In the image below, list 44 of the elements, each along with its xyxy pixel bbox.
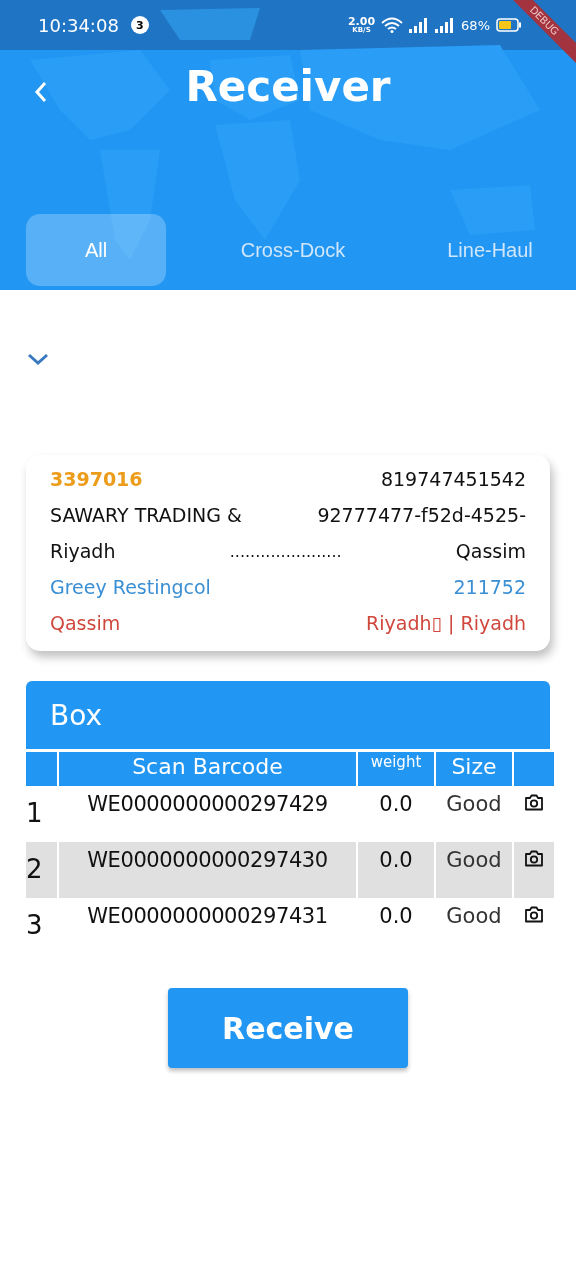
battery-percent: 68%	[461, 17, 490, 33]
from-city: Qassim	[50, 612, 121, 634]
reference-id: 92777477-f52d-4525-	[317, 504, 526, 526]
column-header: Scan Barcode	[59, 752, 356, 786]
table-cell-text: 0.0	[378, 791, 414, 818]
tracking-number: 819747451542	[380, 468, 526, 490]
table-cell-text: WE0000000000297429	[86, 791, 329, 818]
network-speed: 2.00	[347, 16, 376, 27]
tab[interactable]: Line-Haul	[420, 214, 560, 286]
tab[interactable]: Cross-Dock	[223, 214, 363, 286]
dotted-line: ......................	[229, 541, 342, 561]
row-number: 1	[26, 797, 44, 830]
company-name: SAWARY TRADING &	[50, 504, 242, 526]
receive-button[interactable]: Receive	[168, 988, 408, 1068]
column-header: Size	[436, 752, 512, 786]
row-number: 3	[26, 909, 44, 942]
table-cell: 0.0	[358, 842, 434, 898]
order-id: 3397016	[50, 468, 143, 490]
status-time: 10:34:08	[38, 14, 119, 36]
table-cell: WE0000000000297430	[59, 842, 356, 898]
column-header	[514, 752, 554, 786]
page-title: Receiver	[185, 61, 391, 111]
contact-name: Greey Restingcol	[50, 576, 211, 598]
table-cell-text: Good	[445, 903, 503, 930]
column-header	[26, 752, 57, 786]
camera-icon[interactable]	[524, 794, 544, 811]
tab[interactable]: All	[26, 214, 166, 286]
to-city: Riyadh▯ | Riyadh	[366, 612, 526, 634]
table-cell-text: 0.0	[378, 903, 414, 930]
table-cell-text: Good	[445, 791, 503, 818]
signal-icon	[435, 17, 456, 33]
row-number: 2	[26, 842, 57, 898]
table-title: Box	[50, 698, 103, 732]
contact-code: 211752	[453, 576, 526, 598]
signal-icon	[409, 17, 430, 33]
camera-icon[interactable]	[524, 906, 544, 923]
battery-icon	[496, 18, 522, 32]
column-header: weight	[358, 752, 434, 786]
destination-city: Qassim	[455, 540, 526, 562]
camera-icon[interactable]	[524, 850, 544, 867]
wifi-icon	[381, 17, 404, 33]
origin-city: Riyadh	[50, 540, 116, 562]
table-cell-text: WE0000000000297431	[86, 903, 329, 930]
table-cell: Good	[436, 842, 512, 898]
